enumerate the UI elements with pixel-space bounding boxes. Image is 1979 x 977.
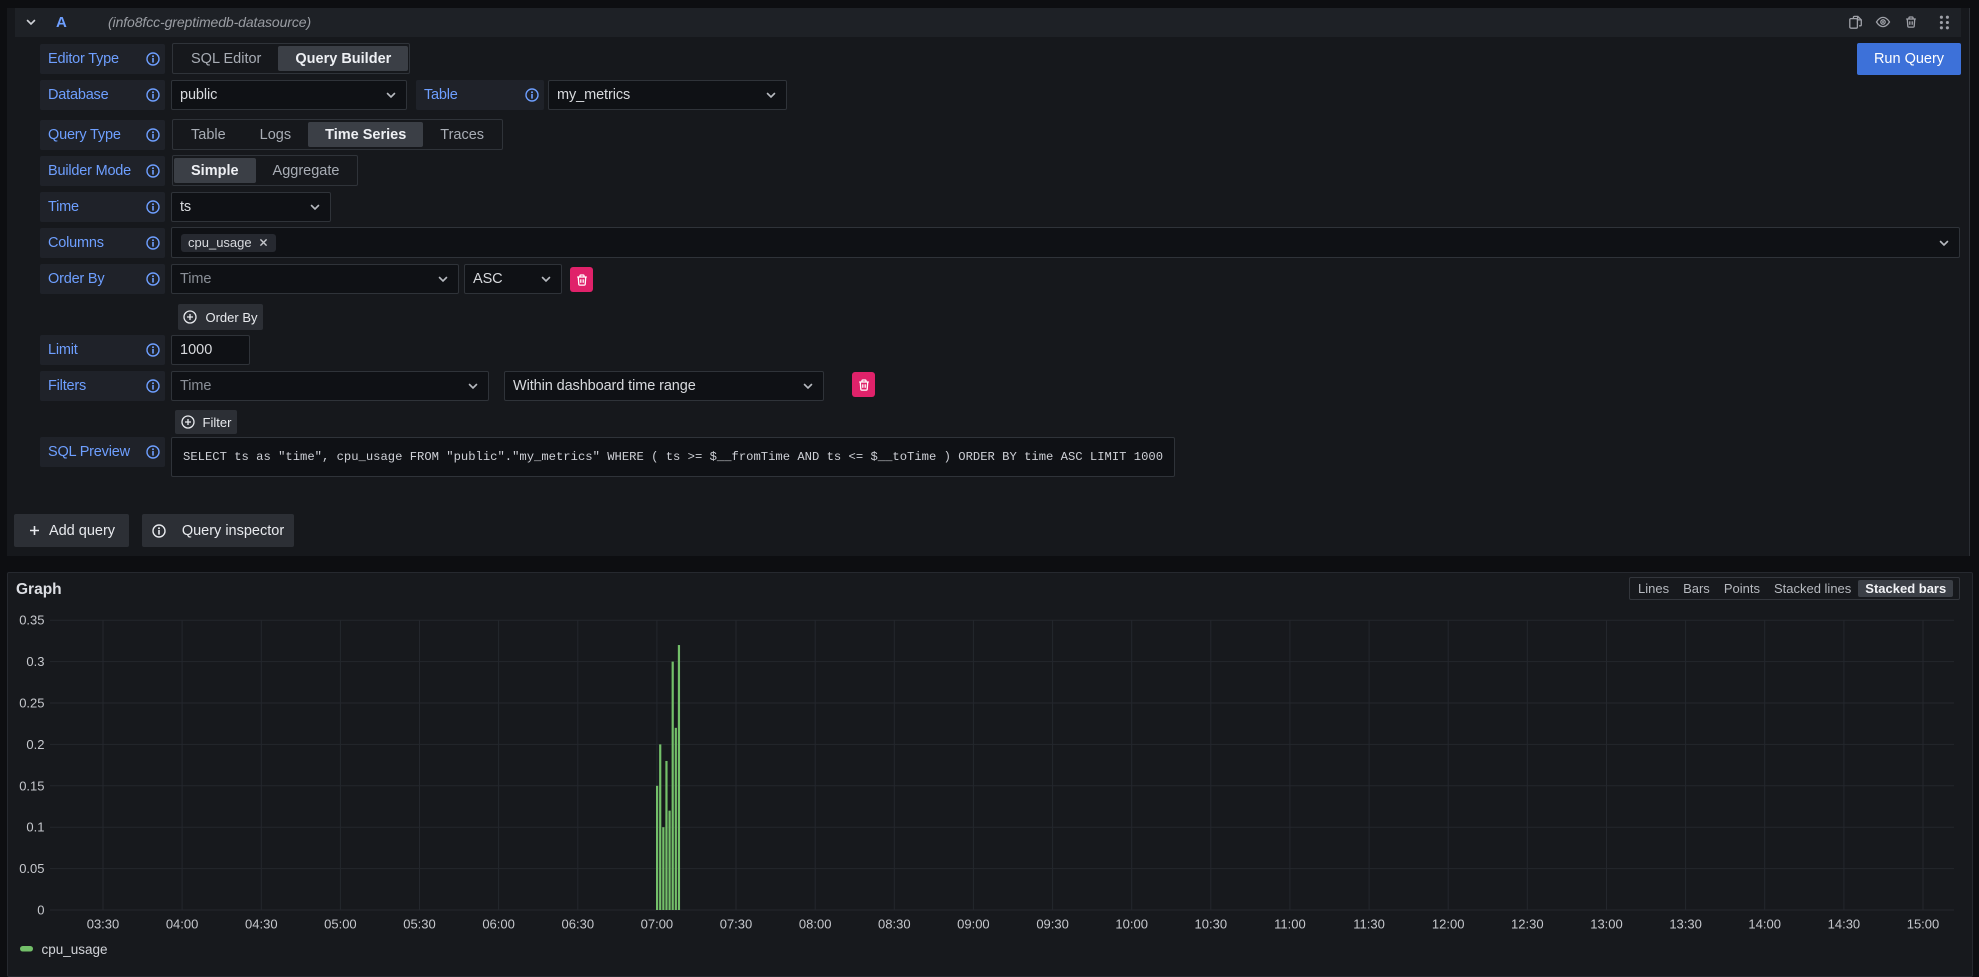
svg-text:09:30: 09:30 bbox=[1036, 917, 1069, 932]
svg-text:0.25: 0.25 bbox=[19, 696, 44, 711]
svg-text:12:00: 12:00 bbox=[1432, 917, 1465, 932]
svg-text:10:30: 10:30 bbox=[1195, 917, 1228, 932]
svg-text:0: 0 bbox=[37, 903, 44, 918]
svg-text:03:30: 03:30 bbox=[87, 917, 120, 932]
svg-text:0.1: 0.1 bbox=[26, 820, 44, 835]
svg-text:09:00: 09:00 bbox=[957, 917, 990, 932]
svg-text:11:00: 11:00 bbox=[1274, 917, 1306, 932]
svg-text:06:30: 06:30 bbox=[562, 917, 595, 932]
svg-text:0.2: 0.2 bbox=[26, 737, 44, 752]
svg-text:15:00: 15:00 bbox=[1907, 917, 1940, 932]
svg-text:0.3: 0.3 bbox=[26, 654, 44, 669]
svg-text:14:00: 14:00 bbox=[1748, 917, 1781, 932]
svg-text:08:00: 08:00 bbox=[799, 917, 832, 932]
svg-text:10:00: 10:00 bbox=[1115, 917, 1148, 932]
svg-text:0.35: 0.35 bbox=[19, 613, 44, 628]
svg-text:11:30: 11:30 bbox=[1353, 917, 1385, 932]
svg-text:12:30: 12:30 bbox=[1511, 917, 1544, 932]
svg-text:13:30: 13:30 bbox=[1669, 917, 1702, 932]
svg-text:0.15: 0.15 bbox=[19, 778, 44, 793]
svg-text:04:00: 04:00 bbox=[166, 917, 199, 932]
svg-text:05:30: 05:30 bbox=[403, 917, 436, 932]
svg-text:0.05: 0.05 bbox=[19, 861, 44, 876]
svg-text:04:30: 04:30 bbox=[245, 917, 278, 932]
svg-text:cpu_usage: cpu_usage bbox=[42, 942, 108, 957]
svg-text:07:00: 07:00 bbox=[641, 917, 674, 932]
svg-text:05:00: 05:00 bbox=[324, 917, 357, 932]
svg-text:13:00: 13:00 bbox=[1590, 917, 1623, 932]
svg-text:08:30: 08:30 bbox=[878, 917, 911, 932]
svg-text:07:30: 07:30 bbox=[720, 917, 753, 932]
svg-text:06:00: 06:00 bbox=[482, 917, 515, 932]
svg-text:14:30: 14:30 bbox=[1828, 917, 1861, 932]
